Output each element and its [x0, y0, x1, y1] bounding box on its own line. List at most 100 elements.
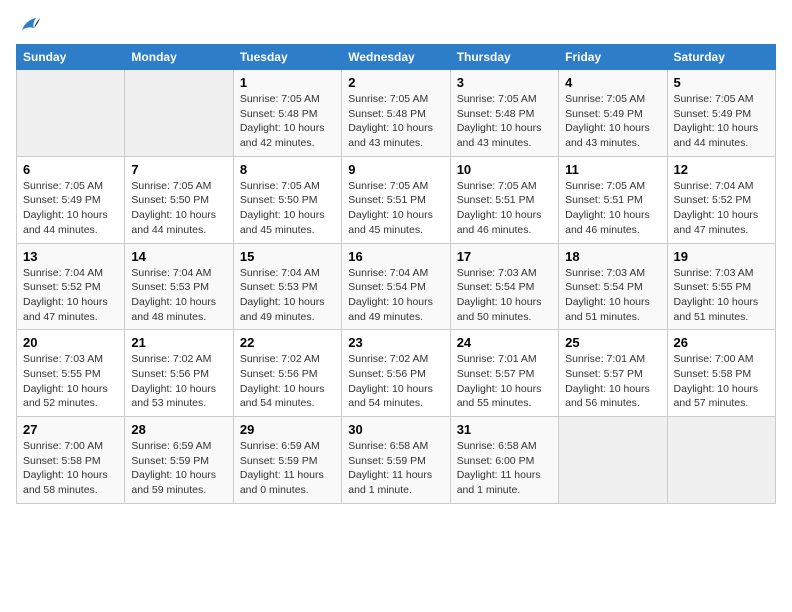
- calendar-day-cell: 26 Sunrise: 7:00 AM Sunset: 5:58 PM Dayli…: [667, 330, 775, 417]
- calendar-week-row: 20 Sunrise: 7:03 AM Sunset: 5:55 PM Dayli…: [17, 330, 776, 417]
- day-number: 7: [131, 162, 226, 177]
- day-info: Sunrise: 7:00 AM Sunset: 5:58 PM Dayligh…: [23, 439, 118, 498]
- calendar-header-cell: Wednesday: [342, 45, 450, 70]
- calendar-day-cell: 24 Sunrise: 7:01 AM Sunset: 5:57 PM Dayli…: [450, 330, 558, 417]
- day-info: Sunrise: 7:03 AM Sunset: 5:55 PM Dayligh…: [23, 352, 118, 411]
- calendar-day-cell: 27 Sunrise: 7:00 AM Sunset: 5:58 PM Dayli…: [17, 417, 125, 504]
- day-number: 18: [565, 249, 660, 264]
- day-number: 11: [565, 162, 660, 177]
- day-info: Sunrise: 6:58 AM Sunset: 6:00 PM Dayligh…: [457, 439, 552, 498]
- day-number: 12: [674, 162, 769, 177]
- calendar-day-cell: 6Sunrise: 7:05 AM Sunset: 5:49 PM Daylig…: [17, 156, 125, 243]
- day-info: Sunrise: 7:05 AM Sunset: 5:51 PM Dayligh…: [457, 179, 552, 238]
- day-number: 8: [240, 162, 335, 177]
- day-number: 30: [348, 422, 443, 437]
- calendar-day-cell: 28 Sunrise: 6:59 AM Sunset: 5:59 PM Dayli…: [125, 417, 233, 504]
- day-info: Sunrise: 7:05 AM Sunset: 5:49 PM Dayligh…: [565, 92, 660, 151]
- calendar-day-cell: [125, 70, 233, 157]
- calendar-day-cell: 5 Sunrise: 7:05 AM Sunset: 5:49 PM Daylig…: [667, 70, 775, 157]
- day-info: Sunrise: 7:05 AM Sunset: 5:49 PM Dayligh…: [674, 92, 769, 151]
- calendar-day-cell: 9Sunrise: 7:05 AM Sunset: 5:51 PM Daylig…: [342, 156, 450, 243]
- calendar-week-row: 27 Sunrise: 7:00 AM Sunset: 5:58 PM Dayli…: [17, 417, 776, 504]
- logo-bird-icon: [18, 16, 40, 36]
- day-number: 23: [348, 335, 443, 350]
- day-info: Sunrise: 6:58 AM Sunset: 5:59 PM Dayligh…: [348, 439, 443, 498]
- calendar-day-cell: 1 Sunrise: 7:05 AM Sunset: 5:48 PM Daylig…: [233, 70, 341, 157]
- calendar-header-cell: Monday: [125, 45, 233, 70]
- day-number: 28: [131, 422, 226, 437]
- calendar-day-cell: 2 Sunrise: 7:05 AM Sunset: 5:48 PM Daylig…: [342, 70, 450, 157]
- day-info: Sunrise: 6:59 AM Sunset: 5:59 PM Dayligh…: [131, 439, 226, 498]
- day-number: 16: [348, 249, 443, 264]
- day-info: Sunrise: 7:02 AM Sunset: 5:56 PM Dayligh…: [131, 352, 226, 411]
- day-info: Sunrise: 7:04 AM Sunset: 5:52 PM Dayligh…: [23, 266, 118, 325]
- calendar-week-row: 1 Sunrise: 7:05 AM Sunset: 5:48 PM Daylig…: [17, 70, 776, 157]
- day-number: 26: [674, 335, 769, 350]
- calendar-day-cell: 3 Sunrise: 7:05 AM Sunset: 5:48 PM Daylig…: [450, 70, 558, 157]
- calendar-day-cell: 17 Sunrise: 7:03 AM Sunset: 5:54 PM Dayli…: [450, 243, 558, 330]
- day-info: Sunrise: 7:02 AM Sunset: 5:56 PM Dayligh…: [348, 352, 443, 411]
- day-number: 20: [23, 335, 118, 350]
- day-info: Sunrise: 7:05 AM Sunset: 5:48 PM Dayligh…: [348, 92, 443, 151]
- day-info: Sunrise: 7:05 AM Sunset: 5:51 PM Dayligh…: [565, 179, 660, 238]
- day-info: Sunrise: 7:01 AM Sunset: 5:57 PM Dayligh…: [457, 352, 552, 411]
- day-info: Sunrise: 7:00 AM Sunset: 5:58 PM Dayligh…: [674, 352, 769, 411]
- day-number: 27: [23, 422, 118, 437]
- day-info: Sunrise: 7:05 AM Sunset: 5:50 PM Dayligh…: [131, 179, 226, 238]
- calendar-day-cell: 25Sunrise: 7:01 AM Sunset: 5:57 PM Dayli…: [559, 330, 667, 417]
- calendar-day-cell: 11 Sunrise: 7:05 AM Sunset: 5:51 PM Dayli…: [559, 156, 667, 243]
- calendar-header-cell: Thursday: [450, 45, 558, 70]
- day-number: 3: [457, 75, 552, 90]
- calendar-body: 1 Sunrise: 7:05 AM Sunset: 5:48 PM Daylig…: [17, 70, 776, 504]
- calendar-day-cell: [559, 417, 667, 504]
- calendar-week-row: 6Sunrise: 7:05 AM Sunset: 5:49 PM Daylig…: [17, 156, 776, 243]
- calendar-day-cell: 8 Sunrise: 7:05 AM Sunset: 5:50 PM Daylig…: [233, 156, 341, 243]
- day-info: Sunrise: 7:03 AM Sunset: 5:54 PM Dayligh…: [457, 266, 552, 325]
- day-number: 29: [240, 422, 335, 437]
- calendar-day-cell: [667, 417, 775, 504]
- day-info: Sunrise: 7:05 AM Sunset: 5:51 PM Dayligh…: [348, 179, 443, 238]
- calendar-header-cell: Tuesday: [233, 45, 341, 70]
- page-header: [16, 16, 776, 36]
- calendar-day-cell: 30 Sunrise: 6:58 AM Sunset: 5:59 PM Dayli…: [342, 417, 450, 504]
- calendar-day-cell: 7 Sunrise: 7:05 AM Sunset: 5:50 PM Daylig…: [125, 156, 233, 243]
- day-info: Sunrise: 7:04 AM Sunset: 5:54 PM Dayligh…: [348, 266, 443, 325]
- day-info: Sunrise: 7:02 AM Sunset: 5:56 PM Dayligh…: [240, 352, 335, 411]
- day-number: 15: [240, 249, 335, 264]
- day-number: 19: [674, 249, 769, 264]
- day-number: 10: [457, 162, 552, 177]
- day-number: 4: [565, 75, 660, 90]
- calendar-header-row: SundayMondayTuesdayWednesdayThursdayFrid…: [17, 45, 776, 70]
- day-number: 17: [457, 249, 552, 264]
- day-info: Sunrise: 7:05 AM Sunset: 5:50 PM Dayligh…: [240, 179, 335, 238]
- calendar-header-cell: Sunday: [17, 45, 125, 70]
- calendar-day-cell: 16 Sunrise: 7:04 AM Sunset: 5:54 PM Dayli…: [342, 243, 450, 330]
- day-info: Sunrise: 7:03 AM Sunset: 5:55 PM Dayligh…: [674, 266, 769, 325]
- calendar-day-cell: 15Sunrise: 7:04 AM Sunset: 5:53 PM Dayli…: [233, 243, 341, 330]
- calendar-day-cell: 14 Sunrise: 7:04 AM Sunset: 5:53 PM Dayli…: [125, 243, 233, 330]
- day-number: 21: [131, 335, 226, 350]
- day-info: Sunrise: 7:05 AM Sunset: 5:48 PM Dayligh…: [457, 92, 552, 151]
- day-number: 25: [565, 335, 660, 350]
- day-number: 14: [131, 249, 226, 264]
- day-number: 24: [457, 335, 552, 350]
- day-info: Sunrise: 7:03 AM Sunset: 5:54 PM Dayligh…: [565, 266, 660, 325]
- calendar-day-cell: 20 Sunrise: 7:03 AM Sunset: 5:55 PM Dayli…: [17, 330, 125, 417]
- day-number: 31: [457, 422, 552, 437]
- day-info: Sunrise: 7:04 AM Sunset: 5:52 PM Dayligh…: [674, 179, 769, 238]
- day-number: 6: [23, 162, 118, 177]
- day-number: 2: [348, 75, 443, 90]
- calendar-day-cell: 12 Sunrise: 7:04 AM Sunset: 5:52 PM Dayli…: [667, 156, 775, 243]
- day-info: Sunrise: 6:59 AM Sunset: 5:59 PM Dayligh…: [240, 439, 335, 498]
- day-number: 5: [674, 75, 769, 90]
- calendar-day-cell: 18 Sunrise: 7:03 AM Sunset: 5:54 PM Dayli…: [559, 243, 667, 330]
- calendar-day-cell: 31 Sunrise: 6:58 AM Sunset: 6:00 PM Dayli…: [450, 417, 558, 504]
- logo: [16, 16, 40, 36]
- day-info: Sunrise: 7:04 AM Sunset: 5:53 PM Dayligh…: [131, 266, 226, 325]
- calendar-day-cell: 29 Sunrise: 6:59 AM Sunset: 5:59 PM Dayli…: [233, 417, 341, 504]
- day-number: 13: [23, 249, 118, 264]
- day-info: Sunrise: 7:05 AM Sunset: 5:48 PM Dayligh…: [240, 92, 335, 151]
- calendar-day-cell: 13 Sunrise: 7:04 AM Sunset: 5:52 PM Dayli…: [17, 243, 125, 330]
- calendar-table: SundayMondayTuesdayWednesdayThursdayFrid…: [16, 44, 776, 504]
- day-number: 1: [240, 75, 335, 90]
